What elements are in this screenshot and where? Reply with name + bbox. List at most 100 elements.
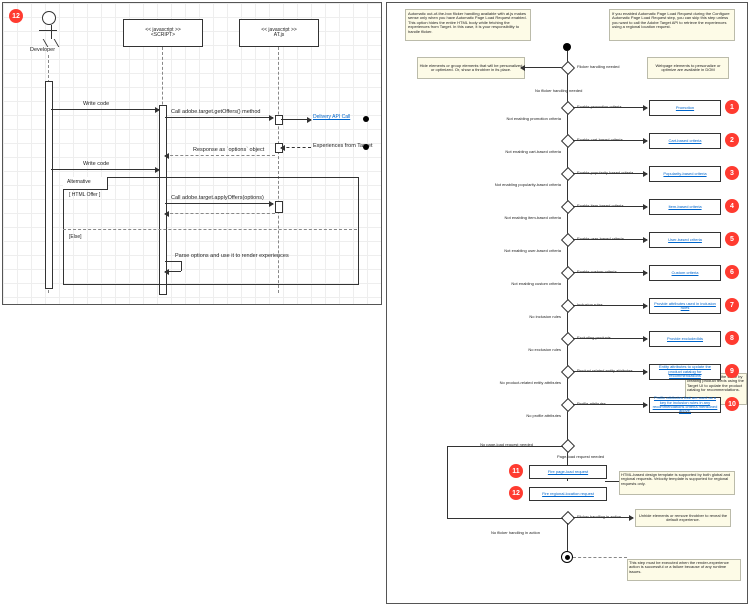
start-node [563, 43, 571, 51]
alt-fragment [63, 177, 359, 285]
note-template: HTML-based design template is supported … [619, 471, 735, 495]
label-neg-8: No exclusion rules [473, 348, 561, 352]
link-step-3[interactable]: Popularity-based criteria [649, 166, 721, 182]
arrow-write-code-2 [51, 169, 159, 170]
activation-developer [45, 81, 53, 289]
flowchart-panel: Automatic out-of-the-box flicker handlin… [386, 2, 748, 604]
sequence-diagram-panel: 12 Developer << javascript >> <SCRIPT> <… [2, 2, 382, 305]
badge-step-5: 5 [725, 232, 739, 246]
label-neg-9: No product-related entity attributes [473, 381, 561, 385]
decision-flicker [561, 61, 575, 75]
self-render-side [181, 261, 182, 271]
edge-final-note [573, 557, 627, 558]
label-neg-4: Not enabling item-based criteria [473, 216, 561, 220]
edge-template-note [605, 481, 619, 482]
decision-step-4 [561, 200, 575, 214]
label-neg-1: Not enabling promotion criteria [473, 117, 561, 121]
badge-step-4: 4 [725, 199, 739, 213]
edge-step-6 [573, 272, 647, 273]
activation-atjs-3 [275, 201, 283, 213]
dom-note: Webpage elements to personalize or optim… [647, 57, 729, 79]
decision-step-9 [561, 365, 575, 379]
decision-step-2 [561, 134, 575, 148]
badge-11: 11 [509, 464, 523, 478]
alt-cond: [ HTML Offer ] [69, 193, 100, 199]
link-step-10[interactable]: Profile attributes that are used as a ke… [649, 397, 721, 413]
label-no-flicker: No flicker handling needed [535, 89, 582, 93]
link-step-8[interactable]: Provide excludedIds [649, 331, 721, 347]
edge-step-3 [573, 173, 647, 174]
hide-elements-note: Hide elements or group elements that wil… [417, 57, 525, 79]
link-step-9[interactable]: Entity attributes to update the product … [649, 364, 721, 380]
delivery-api-link[interactable]: Delivery API Call [313, 115, 350, 121]
msg-write-code-1: Write code [83, 101, 109, 107]
edge-step-7 [573, 305, 647, 306]
edge-unhide [573, 517, 633, 518]
link-step-5[interactable]: User-based criteria [649, 232, 721, 248]
label-no-flicker-action: No flicker handling in action [491, 531, 540, 535]
endpoint-dot-2 [363, 144, 369, 150]
self-render-bottom [165, 271, 181, 272]
spine-tail [567, 523, 568, 551]
label-page-load-needed: Page-load request needed [557, 455, 604, 459]
badge-step-9: 9 [725, 364, 739, 378]
decision-flicker-action [561, 511, 575, 525]
badge-step-8: 8 [725, 331, 739, 345]
alt-divider [63, 229, 357, 230]
label-neg-10: No profile attributes [473, 414, 561, 418]
badge-step-1: 1 [725, 100, 739, 114]
badge-step-6: 6 [725, 265, 739, 279]
link-step-2[interactable]: Cart-based criteria [649, 133, 721, 149]
edge-no-page-load [447, 446, 563, 447]
activation-atjs-1 [275, 115, 283, 125]
edge-step-4 [573, 206, 647, 207]
badge-step-3: 3 [725, 166, 739, 180]
decision-step-3 [561, 167, 575, 181]
edge-step-1 [573, 107, 647, 108]
arrow-apply-options [165, 203, 273, 204]
edge-step-5 [573, 239, 647, 240]
edge-no-page-load-down [447, 446, 448, 518]
actor-icon [42, 11, 60, 48]
badge-12: 12 [509, 486, 523, 500]
label-neg-6: Not enabling custom criteria [473, 282, 561, 286]
arrow-experiences-in [281, 147, 311, 148]
msg-apply-options: Call adobe.target.applyOffers(options) [171, 195, 264, 201]
decision-step-10 [561, 398, 575, 412]
fire-regional-link[interactable]: Fire regional-location request [529, 487, 607, 501]
end-node [561, 551, 573, 563]
self-render-top [165, 261, 181, 262]
msg-get-offers: Call adobe.target.getOffers() method [171, 109, 260, 115]
edge-step-2 [573, 140, 647, 141]
msg-response: Response as `options` object [193, 147, 264, 153]
endpoint-dot-1 [363, 116, 369, 122]
edge-step-8 [573, 338, 647, 339]
unhide-note: Unhide elements or remove throbber to re… [635, 509, 731, 527]
link-step-7[interactable]: Provide attributes used in inclusion rul… [649, 298, 721, 314]
label-neg-2: Not enabling cart-based criteria [473, 150, 561, 154]
label-neg-5: Not enabling user-based criteria [473, 249, 561, 253]
label-neg-3: Not enabling popularity-based criteria [473, 183, 561, 187]
edge-merge-bottom [447, 518, 563, 519]
participant-script: << javascript >> <SCRIPT> [123, 19, 203, 47]
arrow-get-offers [165, 117, 273, 118]
badge-step-2: 2 [725, 133, 739, 147]
link-step-6[interactable]: Custom criteria [649, 265, 721, 281]
fire-page-load-link[interactable]: Fire page-load request [529, 465, 607, 479]
decision-step-7 [561, 299, 575, 313]
arrow-delivery-out [281, 119, 311, 120]
alt-label: Alternative [67, 180, 91, 186]
actor-label: Developer [30, 47, 55, 53]
arrow-response [165, 155, 275, 156]
label-flicker-needed: Flicker handling needed [577, 65, 619, 69]
decision-step-1 [561, 101, 575, 115]
badge-step-7: 7 [725, 298, 739, 312]
edge-hide-elements [521, 67, 563, 68]
edge-step-9 [573, 371, 647, 372]
link-step-1[interactable]: Promotion [649, 100, 721, 116]
decision-step-5 [561, 233, 575, 247]
note-flicker-auto: Automatic out-of-the-box flicker handlin… [405, 9, 531, 41]
link-step-4[interactable]: Item-based criteria [649, 199, 721, 215]
decision-page-load [561, 439, 575, 453]
edge-step-10 [573, 404, 647, 405]
